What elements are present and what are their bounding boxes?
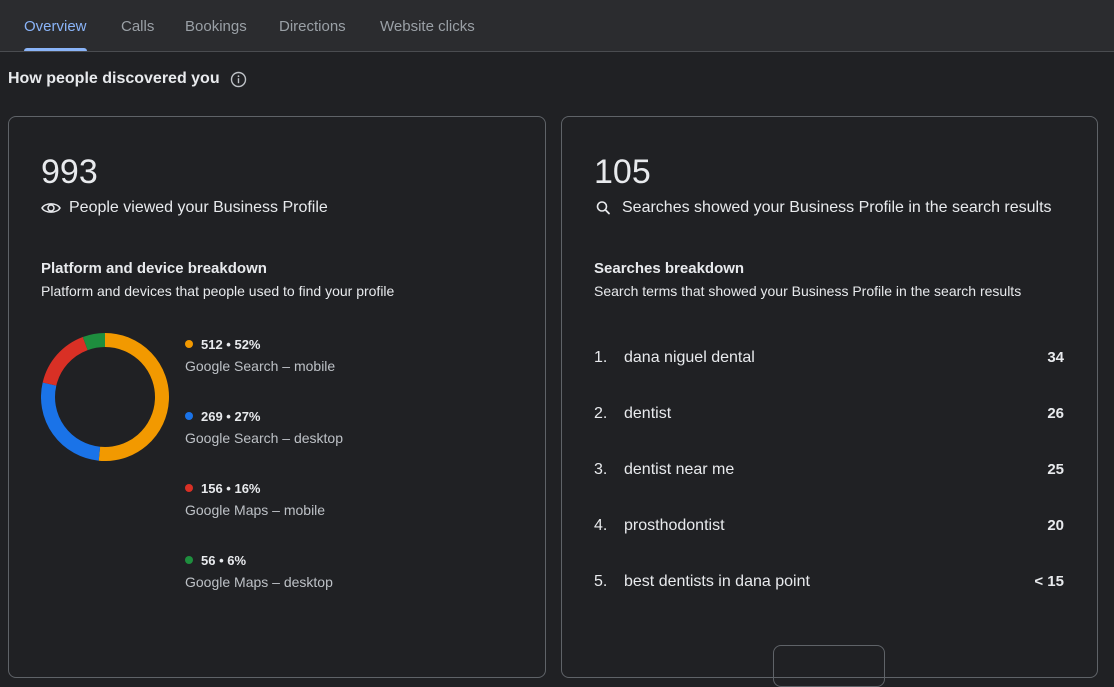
- tab-overview[interactable]: Overview: [24, 0, 87, 51]
- donut-slice-0: [98, 333, 169, 461]
- legend-dot: [185, 484, 193, 492]
- search-count: 20: [1047, 517, 1064, 534]
- search-term: prosthodontist: [624, 517, 725, 534]
- legend-dot: [185, 340, 193, 348]
- search-term: dentist: [624, 405, 672, 422]
- legend-item-search-mobile: 512 • 52% Google Search – mobile: [185, 335, 343, 407]
- search-rank: 2.: [594, 405, 608, 422]
- tab-overview-label: Overview: [24, 18, 87, 35]
- eye-icon: [41, 203, 61, 213]
- tab-bookings-label: Bookings: [185, 18, 247, 35]
- tab-directions[interactable]: Directions: [279, 0, 346, 51]
- search-rank: 1.: [594, 349, 608, 366]
- platform-legend: 512 • 52% Google Search – mobile 269 • 2…: [185, 335, 343, 623]
- legend-value: 56 • 6%: [201, 552, 247, 568]
- searches-caption-text: Searches showed your Business Profile in…: [622, 199, 1052, 216]
- platform-breakdown-subtitle: Platform and devices that people used to…: [41, 283, 395, 299]
- tab-bar: Overview Calls Bookings Directions Websi…: [0, 0, 1114, 52]
- search-rank: 3.: [594, 461, 608, 478]
- profile-views-card: 993 People viewed your Business Profile …: [8, 116, 546, 678]
- platform-breakdown-title: Platform and device breakdown: [41, 260, 267, 277]
- search-count: 34: [1047, 349, 1064, 366]
- legend-label: Google Search – desktop: [185, 430, 343, 446]
- legend-value: 156 • 16%: [201, 480, 261, 496]
- list-item: 4. prosthodontist 20: [594, 517, 1064, 573]
- platform-donut-chart: [41, 333, 169, 461]
- legend-label: Google Search – mobile: [185, 358, 336, 374]
- search-count: 25: [1047, 461, 1064, 478]
- section-heading: How people discovered you: [8, 70, 247, 88]
- search-term: dentist near me: [624, 461, 735, 478]
- info-icon[interactable]: [230, 71, 247, 88]
- searches-breakdown-subtitle: Search terms that showed your Business P…: [594, 283, 1022, 299]
- legend-item-search-desktop: 269 • 27% Google Search – desktop: [185, 407, 343, 479]
- tab-directions-label: Directions: [279, 18, 346, 35]
- tab-bookings[interactable]: Bookings: [185, 0, 247, 51]
- list-item: 1. dana niguel dental 34: [594, 349, 1064, 405]
- list-item: 2. dentist 26: [594, 405, 1064, 461]
- profile-views-caption: People viewed your Business Profile: [41, 199, 328, 217]
- search-count: < 15: [1034, 573, 1064, 590]
- search-icon: [596, 201, 610, 215]
- searches-caption: Searches showed your Business Profile in…: [594, 199, 1052, 217]
- tab-calls[interactable]: Calls: [121, 0, 154, 51]
- active-tab-indicator: [24, 48, 87, 51]
- legend-dot: [185, 556, 193, 564]
- legend-value: 512 • 52%: [201, 336, 261, 352]
- searches-breakdown-title: Searches breakdown: [594, 260, 745, 277]
- tab-calls-label: Calls: [121, 18, 155, 35]
- list-item: 5. best dentists in dana point < 15: [594, 573, 1064, 629]
- search-count: 26: [1047, 405, 1064, 422]
- profile-views-caption-text: People viewed your Business Profile: [69, 199, 328, 216]
- legend-dot: [185, 412, 193, 420]
- search-term: best dentists in dana point: [624, 573, 810, 590]
- profile-views-count: 993: [41, 153, 98, 191]
- legend-label: Google Maps – desktop: [185, 574, 333, 590]
- searches-count: 105: [594, 153, 651, 191]
- list-item: 3. dentist near me 25: [594, 461, 1064, 517]
- see-more-button[interactable]: [773, 645, 885, 687]
- search-term: dana niguel dental: [624, 349, 755, 366]
- legend-item-maps-mobile: 156 • 16% Google Maps – mobile: [185, 479, 343, 551]
- searches-card: 105 Searches showed your Business Profil…: [561, 116, 1098, 687]
- search-rank: 5.: [594, 573, 608, 590]
- section-heading-text: How people discovered you: [8, 70, 220, 87]
- legend-value: 269 • 27%: [201, 408, 261, 424]
- tab-website-clicks[interactable]: Website clicks: [380, 0, 475, 51]
- legend-label: Google Maps – mobile: [185, 502, 326, 518]
- donut-slice-2: [42, 336, 88, 386]
- search-terms-list: 1. dana niguel dental 34 2. dentist 26 3…: [594, 349, 1064, 629]
- search-rank: 4.: [594, 517, 608, 534]
- tab-website-clicks-label: Website clicks: [380, 18, 475, 35]
- legend-item-maps-desktop: 56 • 6% Google Maps – desktop: [185, 551, 343, 623]
- donut-slice-3: [82, 333, 106, 351]
- donut-slice-1: [41, 382, 101, 461]
